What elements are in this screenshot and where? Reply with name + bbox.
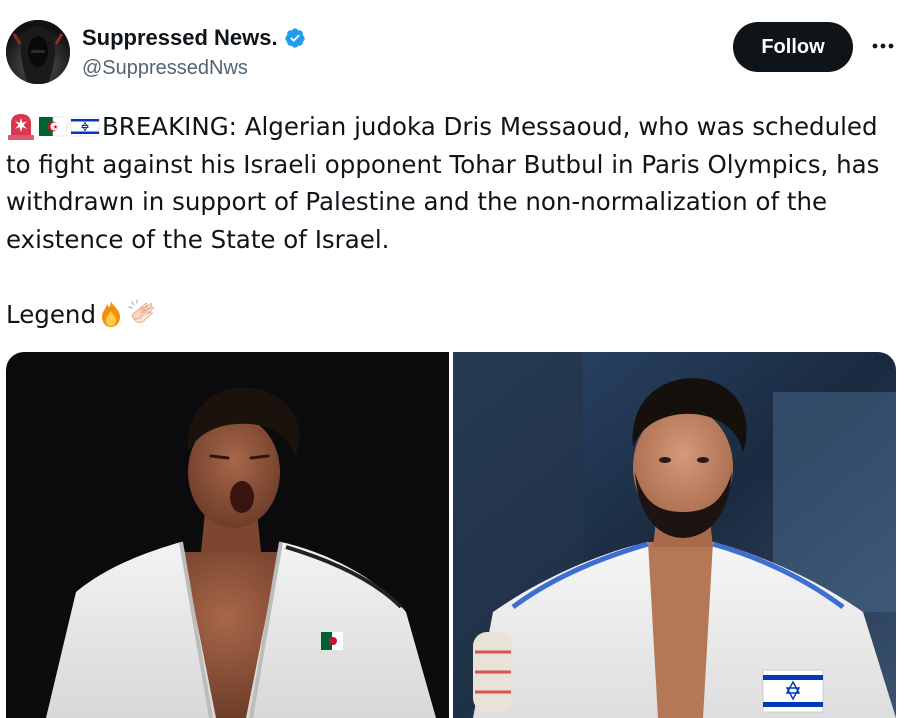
judoka-israel-image-icon — [453, 352, 896, 718]
more-options-button[interactable] — [866, 32, 900, 60]
algeria-flag-emoji-icon — [39, 116, 68, 137]
tweet-body: BREAKING: Algerian judoka Dris Messaoud,… — [6, 108, 906, 333]
tweet-card: Suppressed News. @SuppressedNws Follow B… — [0, 0, 920, 718]
tweet-media-grid — [6, 352, 896, 718]
clapping-hands-emoji-icon — [128, 298, 154, 323]
more-options-icon — [872, 43, 894, 49]
tweet-text-legend: Legend — [6, 299, 96, 329]
judoka-algeria-image-icon — [6, 352, 449, 718]
follow-button[interactable]: Follow — [733, 22, 853, 72]
author-handle[interactable]: @SuppressedNws — [82, 54, 306, 82]
fire-emoji-icon — [102, 300, 120, 327]
tweet-paragraph-1: BREAKING: Algerian judoka Dris Messaoud,… — [6, 108, 906, 258]
verified-badge-icon[interactable] — [284, 27, 306, 49]
israel-flag-emoji-icon — [70, 116, 100, 137]
author-name-row[interactable]: Suppressed News. — [82, 24, 306, 52]
author-info: Suppressed News. @SuppressedNws — [82, 24, 306, 82]
author-avatar[interactable] — [6, 20, 70, 84]
tweet-text-main: BREAKING: Algerian judoka Dris Messaoud,… — [6, 112, 880, 254]
hooded-figure-icon — [6, 20, 70, 84]
photo-israeli-judoka[interactable] — [453, 352, 896, 718]
author-display-name[interactable]: Suppressed News. — [82, 24, 278, 52]
tweet-paragraph-2: Legend — [6, 296, 906, 334]
photo-algerian-judoka[interactable] — [6, 352, 449, 718]
rotating-light-emoji-icon — [8, 114, 34, 140]
